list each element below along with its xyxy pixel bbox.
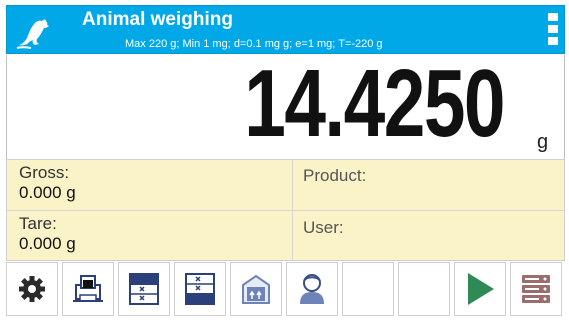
settings-button[interactable] bbox=[6, 262, 58, 316]
start-button[interactable] bbox=[454, 262, 506, 316]
set-min-threshold-icon bbox=[129, 273, 159, 305]
divider bbox=[7, 210, 564, 211]
gross-label: Gross: bbox=[19, 163, 70, 182]
gross-field: Gross: 0.000 g bbox=[19, 163, 76, 203]
product-field[interactable]: Product: bbox=[303, 166, 366, 186]
weight-reading: 14.4250 bbox=[244, 50, 505, 157]
set-max-threshold-icon bbox=[185, 273, 215, 305]
print-icon bbox=[73, 275, 103, 302]
weight-unit: g bbox=[537, 131, 549, 153]
user-label: User: bbox=[303, 218, 344, 237]
tare-package-icon bbox=[242, 274, 270, 304]
set-max-threshold-button[interactable] bbox=[174, 262, 226, 316]
user-field[interactable]: User: bbox=[303, 218, 344, 238]
function-toolbar bbox=[6, 262, 565, 318]
gross-value: 0.000 g bbox=[19, 183, 76, 202]
info-panel: Gross: 0.000 g Tare: 0.000 g Product: Us… bbox=[6, 159, 565, 261]
gear-icon bbox=[19, 276, 45, 302]
rat-icon bbox=[16, 19, 49, 49]
tare-package-button[interactable] bbox=[230, 262, 282, 316]
product-label: Product: bbox=[303, 166, 367, 185]
user-icon bbox=[300, 274, 324, 304]
empty-slot-button[interactable] bbox=[398, 262, 450, 316]
header-bar: Animal weighing Max 220 g; Min 1 mg; d=0… bbox=[6, 5, 565, 54]
tare-field: Tare: 0.000 g bbox=[19, 214, 76, 254]
set-min-threshold-button[interactable] bbox=[118, 262, 170, 316]
empty-slot-button[interactable] bbox=[342, 262, 394, 316]
app-title: Animal weighing bbox=[82, 9, 233, 30]
print-button[interactable] bbox=[62, 262, 114, 316]
tare-value: 0.000 g bbox=[19, 234, 76, 253]
database-icon bbox=[522, 275, 550, 303]
tare-label: Tare: bbox=[19, 214, 57, 233]
database-button[interactable] bbox=[510, 262, 562, 316]
user-button[interactable] bbox=[286, 262, 338, 316]
start-play-icon bbox=[468, 273, 494, 305]
weight-display: 14.4250 g bbox=[6, 50, 565, 159]
kebab-menu-icon[interactable] bbox=[546, 13, 560, 49]
